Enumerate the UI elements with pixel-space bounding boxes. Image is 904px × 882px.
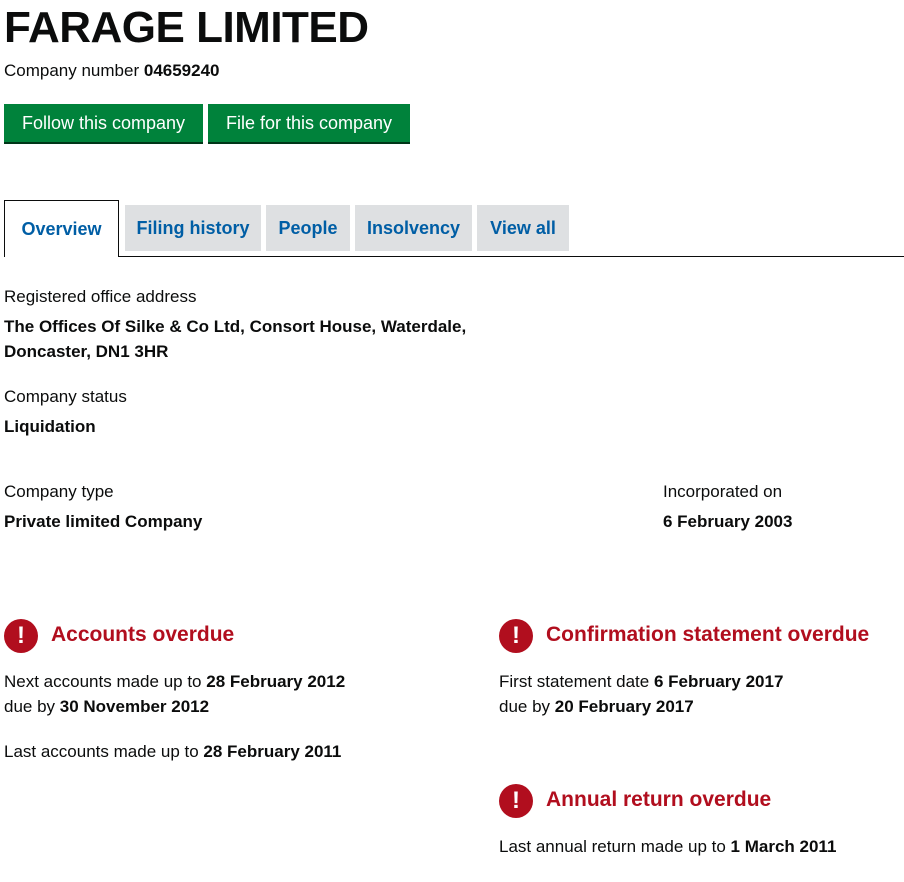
- tab-people[interactable]: People: [266, 205, 350, 251]
- confirmation-due-line: due by 20 February 2017: [499, 697, 694, 716]
- follow-company-button[interactable]: Follow this company: [4, 104, 203, 142]
- accounts-overdue-title: Accounts overdue: [51, 623, 235, 646]
- first-statement-date: 6 February 2017: [653, 672, 784, 691]
- next-accounts-line: Next accounts made up to 28 February 201…: [4, 672, 346, 691]
- first-statement-line: First statement date 6 February 2017: [499, 672, 784, 691]
- accounts-due-line: due by 30 November 2012: [4, 697, 210, 716]
- status-value: Liquidation: [4, 417, 96, 436]
- page-title: FARAGE LIMITED: [4, 3, 369, 52]
- annual-return-overdue-heading: ! Annual return overdue: [499, 784, 904, 818]
- company-type-value: Private limited Company: [4, 512, 203, 531]
- last-annual-return-line: Last annual return made up to 1 March 20…: [499, 837, 837, 856]
- incorporated-label: Incorporated on: [663, 482, 783, 501]
- next-accounts-date: 28 February 2012: [206, 672, 346, 691]
- status-label: Company status: [4, 387, 127, 406]
- tab-filing-history[interactable]: Filing history: [125, 205, 261, 251]
- confirmation-due-date: 20 February 2017: [554, 697, 694, 716]
- company-number-value: 04659240: [143, 61, 220, 80]
- annual-return-overdue-title: Annual return overdue: [546, 788, 772, 811]
- exclamation-icon: !: [4, 619, 38, 653]
- exclamation-icon: !: [499, 784, 533, 818]
- confirmation-overdue-title: Confirmation statement overdue: [546, 623, 870, 646]
- company-number-label: Company number: [4, 61, 140, 80]
- last-accounts-line: Last accounts made up to 28 February 201…: [4, 742, 342, 761]
- tab-insolvency[interactable]: Insolvency: [355, 205, 472, 251]
- company-type-label: Company type: [4, 482, 114, 501]
- tab-overview[interactable]: Overview: [4, 200, 119, 257]
- exclamation-icon: !: [499, 619, 533, 653]
- tabs-divider: [4, 256, 904, 257]
- address-label: Registered office address: [4, 287, 197, 306]
- tab-view-all[interactable]: View all: [477, 205, 569, 251]
- accounts-overdue-heading: ! Accounts overdue: [4, 619, 444, 653]
- address-line-2: Doncaster, DN1 3HR: [4, 342, 169, 361]
- last-accounts-date: 28 February 2011: [203, 742, 342, 761]
- company-number: Company number 04659240: [4, 61, 220, 81]
- accounts-due-date: 30 November 2012: [59, 697, 210, 716]
- address-line-1: The Offices Of Silke & Co Ltd, Consort H…: [4, 317, 467, 336]
- incorporated-value: 6 February 2003: [663, 512, 793, 531]
- confirmation-overdue-heading: ! Confirmation statement overdue: [499, 619, 904, 653]
- file-for-company-button[interactable]: File for this company: [208, 104, 410, 142]
- last-annual-return-date: 1 March 2011: [730, 837, 837, 856]
